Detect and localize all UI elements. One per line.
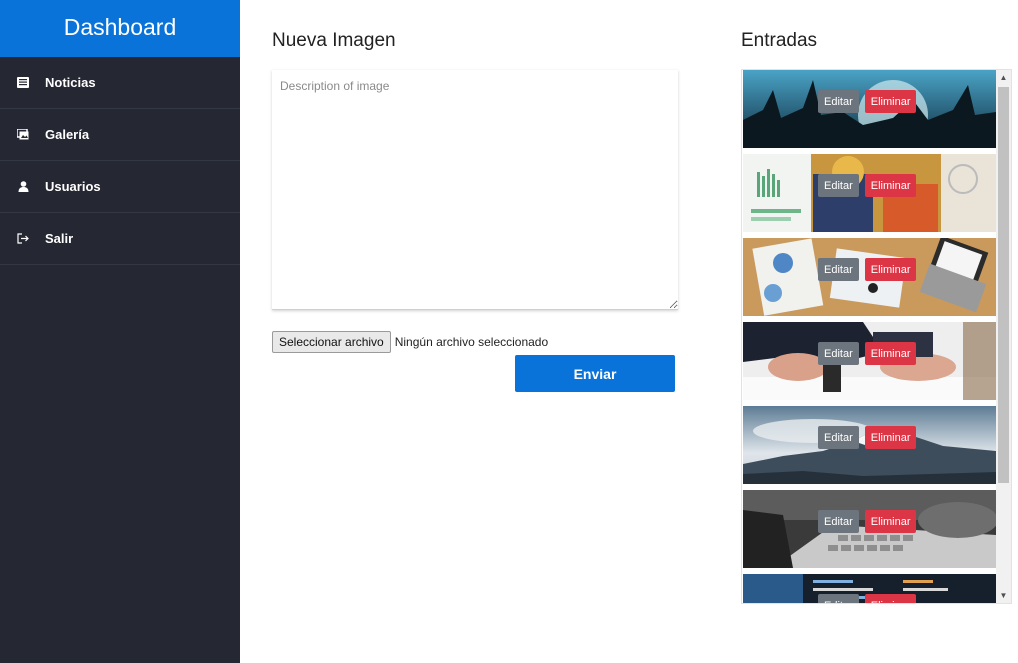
- edit-button[interactable]: Editar: [818, 510, 859, 533]
- sidebar-item-galeria[interactable]: Galería: [0, 109, 240, 161]
- brand-title[interactable]: Dashboard: [0, 0, 240, 57]
- sidebar-item-label: Galería: [45, 127, 90, 142]
- submit-button[interactable]: Enviar: [515, 355, 675, 392]
- delete-button[interactable]: Eliminar: [864, 510, 917, 533]
- delete-button[interactable]: Eliminar: [864, 90, 917, 113]
- entry-actions: Editar Eliminar: [818, 258, 917, 281]
- entries-title: Entradas: [741, 30, 818, 51]
- entry-actions: Editar Eliminar: [818, 426, 917, 449]
- edit-button[interactable]: Editar: [818, 174, 859, 197]
- entries-scrollbar[interactable]: ▲ ▼: [996, 70, 1011, 603]
- scroll-up-arrow-icon[interactable]: ▲: [996, 70, 1011, 85]
- edit-button[interactable]: Editar: [818, 258, 859, 281]
- entry-actions: Editar Eliminar: [818, 174, 917, 197]
- edit-button[interactable]: Editar: [818, 90, 859, 113]
- sidebar: Dashboard Noticias Galería Usuarios Sali…: [0, 0, 240, 663]
- list-item: Editar Eliminar: [743, 322, 996, 400]
- edit-button[interactable]: Editar: [818, 342, 859, 365]
- list-item: Editar Eliminar: [743, 238, 996, 316]
- entry-actions: Editar Eliminar: [818, 510, 917, 533]
- newspaper-icon: [17, 77, 29, 89]
- delete-button[interactable]: Eliminar: [864, 426, 917, 449]
- user-icon: [17, 181, 29, 193]
- sidebar-item-label: Salir: [45, 231, 74, 246]
- entry-actions: Editar Eliminar: [818, 90, 917, 113]
- scroll-down-arrow-icon[interactable]: ▼: [996, 588, 1011, 603]
- description-field[interactable]: [272, 70, 678, 310]
- sidebar-item-label: Noticias: [45, 75, 96, 90]
- delete-button[interactable]: Eliminar: [864, 594, 917, 603]
- sidebar-item-salir[interactable]: Salir: [0, 213, 240, 265]
- sidebar-item-label: Usuarios: [45, 179, 101, 194]
- delete-button[interactable]: Eliminar: [864, 258, 917, 281]
- entry-actions: Editar Eliminar: [818, 342, 917, 365]
- entry-actions: Editar Eliminar: [818, 594, 917, 603]
- delete-button[interactable]: Eliminar: [864, 342, 917, 365]
- list-item: Editar Eliminar: [743, 490, 996, 568]
- entries-list[interactable]: Editar Eliminar Editar Eliminar Editar E…: [741, 69, 1012, 604]
- logout-icon: [17, 233, 29, 245]
- file-picker: Seleccionar archivo Ningún archivo selec…: [272, 331, 548, 353]
- scroll-thumb[interactable]: [998, 87, 1009, 483]
- gallery-icon: [17, 129, 29, 141]
- list-item: Editar Eliminar: [743, 574, 996, 603]
- form-title: Nueva Imagen: [272, 30, 396, 51]
- list-item: Editar Eliminar: [743, 70, 996, 148]
- edit-button[interactable]: Editar: [818, 426, 859, 449]
- list-item: Editar Eliminar: [743, 154, 996, 232]
- choose-file-button[interactable]: Seleccionar archivo: [272, 331, 391, 353]
- sidebar-item-usuarios[interactable]: Usuarios: [0, 161, 240, 213]
- list-item: Editar Eliminar: [743, 406, 996, 484]
- edit-button[interactable]: Editar: [818, 594, 859, 603]
- file-status: Ningún archivo seleccionado: [394, 335, 549, 349]
- delete-button[interactable]: Eliminar: [864, 174, 917, 197]
- sidebar-item-noticias[interactable]: Noticias: [0, 57, 240, 109]
